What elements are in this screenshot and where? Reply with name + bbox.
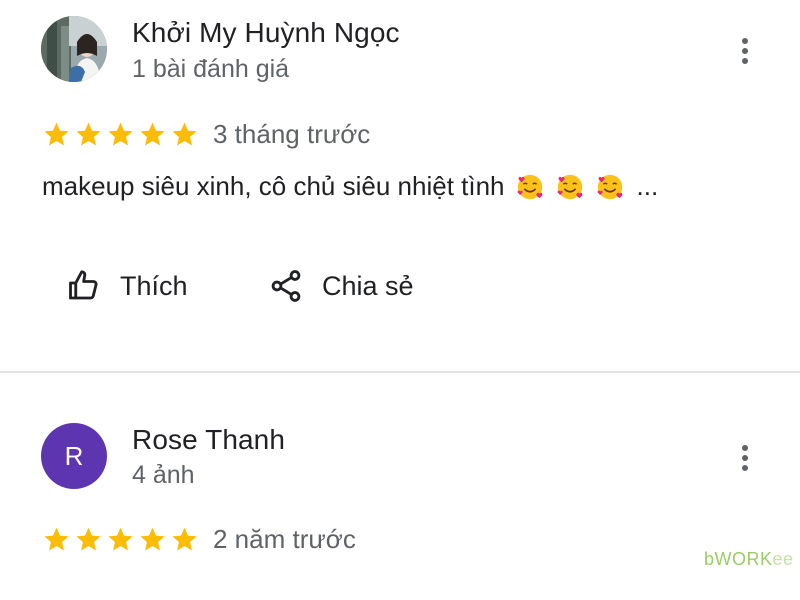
like-label: Thích (120, 270, 188, 301)
smiling-face-with-hearts-emoji (517, 174, 542, 199)
review-card: R Rose Thanh 4 ảnh 2 năm trước (0, 374, 800, 600)
watermark-logo: bWORKee (704, 549, 794, 570)
more-vert-icon-dot (742, 48, 748, 54)
star-icon (140, 122, 165, 146)
more-vert-icon (742, 38, 748, 44)
star-rating (42, 525, 199, 554)
star-icon (140, 527, 165, 551)
star-icon (44, 122, 69, 146)
review-divider (0, 371, 800, 373)
smiling-face-with-hearts-emoji (557, 174, 582, 199)
avatar-initial: R (64, 440, 84, 471)
share-label: Chia sẻ (322, 270, 414, 301)
more-vert-icon (742, 445, 748, 451)
read-more-ellipsis[interactable]: ... (637, 171, 659, 202)
star-rating (42, 120, 199, 149)
watermark-part: ee (772, 549, 794, 569)
more-vert-icon-dot (742, 465, 748, 471)
watermark-part: b (704, 549, 715, 569)
author-name[interactable]: Rose Thanh (132, 424, 285, 456)
star-icon (44, 527, 69, 551)
author-review-count[interactable]: 1 bài đánh giá (132, 55, 289, 84)
watermark-part: WORK (714, 549, 773, 569)
review-time: 3 tháng trước (213, 119, 371, 149)
star-icon (108, 122, 133, 146)
more-vert-icon-dot (742, 58, 748, 64)
share-button[interactable]: Chia sẻ (268, 262, 414, 310)
more-vert-icon-dot (742, 455, 748, 461)
star-icon (108, 527, 133, 551)
more-options-button[interactable] (730, 438, 760, 478)
author-avatar[interactable]: R (41, 423, 107, 489)
star-icon (76, 527, 101, 551)
rating-row: 2 năm trước (42, 524, 356, 555)
smiling-face-with-hearts-emoji (597, 174, 622, 199)
rating-row: 3 tháng trước (42, 119, 370, 150)
review-emojis (515, 172, 625, 202)
review-time: 2 năm trước (213, 524, 356, 554)
author-photo-count[interactable]: 4 ảnh (132, 461, 195, 490)
star-icon (172, 122, 197, 146)
review-text[interactable]: makeup siêu xinh, cô chủ siêu nhiệt tình (42, 171, 658, 202)
author-avatar[interactable] (41, 16, 107, 82)
like-button[interactable]: Thích (66, 262, 188, 310)
star-icon (172, 527, 197, 551)
more-options-button[interactable] (730, 31, 760, 71)
review-card: Khởi My Huỳnh Ngọc 1 bài đánh giá 3 thán… (0, 0, 800, 370)
review-body: makeup siêu xinh, cô chủ siêu nhiệt tình (42, 171, 505, 201)
share-icon (271, 270, 301, 302)
star-icon (76, 122, 101, 146)
avatar-photo-image (41, 16, 107, 82)
thumb-up-icon (69, 270, 98, 300)
author-name[interactable]: Khởi My Huỳnh Ngọc (132, 17, 400, 49)
